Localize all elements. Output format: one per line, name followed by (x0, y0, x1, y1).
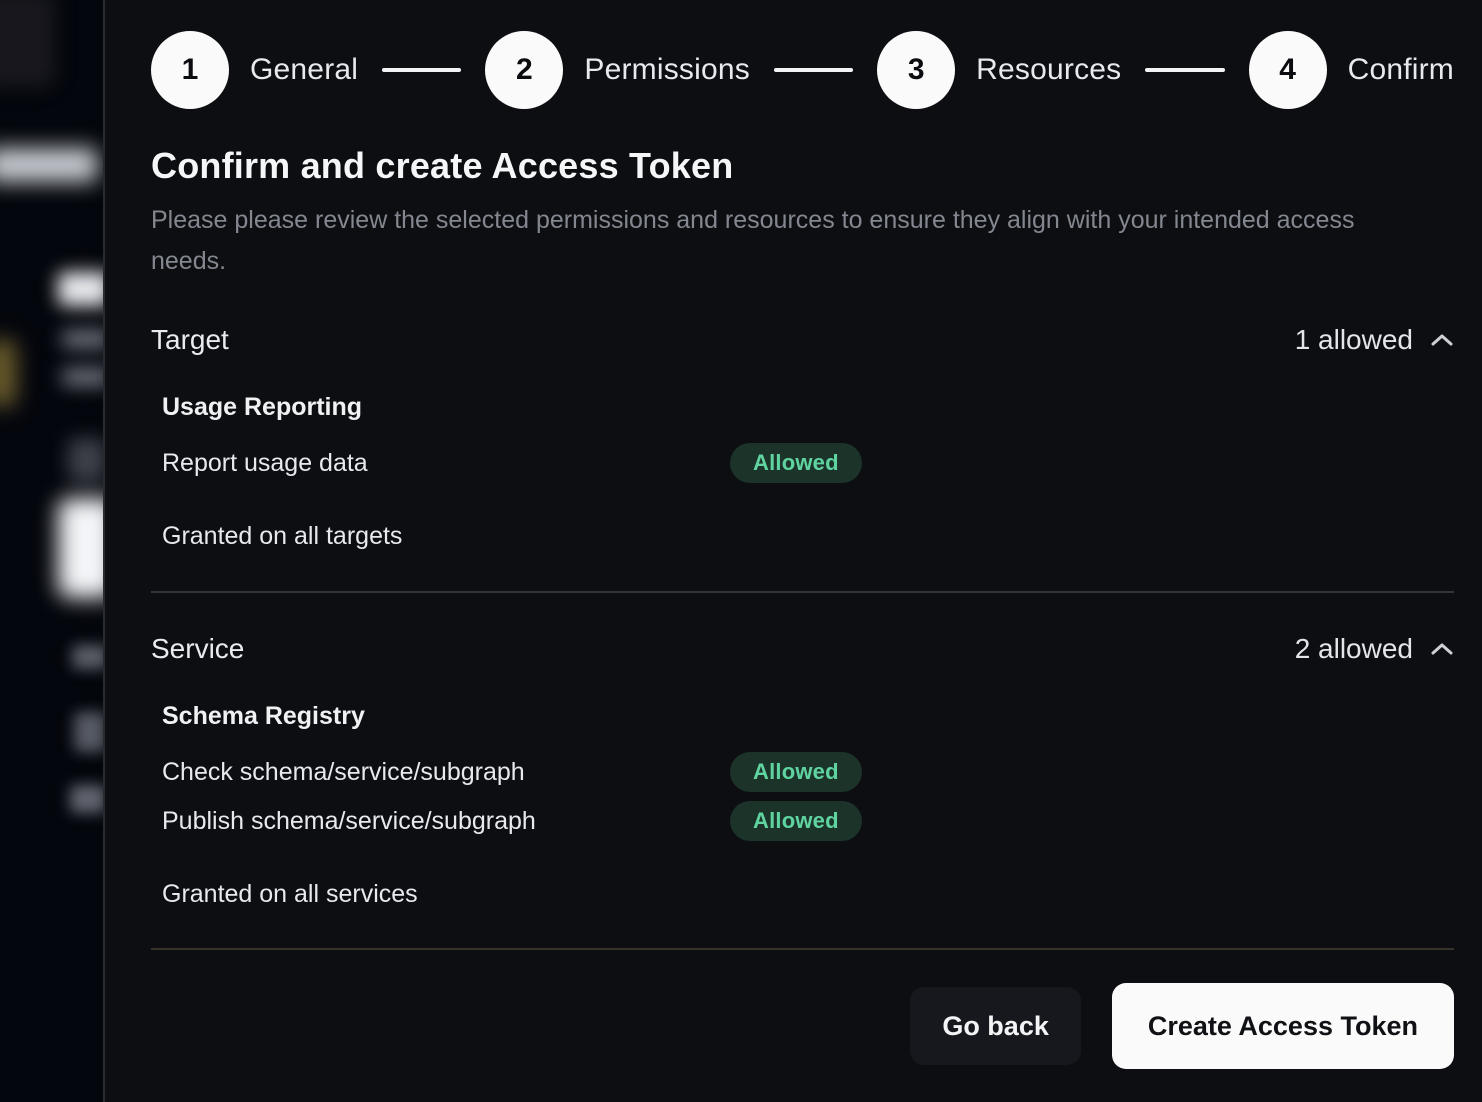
step-label: General (250, 53, 358, 87)
blurred-sidebar-artifact (72, 645, 105, 669)
service-section-body: Schema Registry Check schema/service/sub… (151, 665, 1454, 841)
step-label: Permissions (584, 53, 750, 87)
modal-content: 1 General 2 Permissions 3 Resources 4 Co… (105, 0, 1482, 1102)
chevron-up-icon (1430, 333, 1454, 347)
go-back-button[interactable]: Go back (910, 987, 1081, 1065)
status-badge: Allowed (730, 443, 862, 483)
blurred-sidebar-artifact (0, 148, 98, 182)
allowed-count: 2 allowed (1295, 633, 1413, 665)
blurred-sidebar-artifact (0, 0, 56, 88)
target-section-body: Usage Reporting Report usage data Allowe… (151, 356, 1454, 483)
target-collapse-toggle[interactable]: 1 allowed (1295, 324, 1454, 356)
step-number-badge: 4 (1249, 31, 1327, 109)
status-badge: Allowed (730, 752, 862, 792)
stepper-connector (1145, 68, 1224, 72)
blurred-backdrop-strip (0, 0, 105, 1102)
step-label: Resources (976, 53, 1121, 87)
blurred-sidebar-artifact (62, 330, 105, 348)
section-divider (151, 591, 1454, 593)
permission-row: Check schema/service/subgraph Allowed (162, 752, 1454, 792)
section-header-service: Service 2 allowed (151, 633, 1454, 665)
section-header-target: Target 1 allowed (151, 324, 1454, 356)
blurred-sidebar-artifact (0, 340, 16, 406)
create-access-token-button[interactable]: Create Access Token (1112, 983, 1454, 1069)
wizard-stepper: 1 General 2 Permissions 3 Resources 4 Co… (151, 31, 1454, 109)
permission-label: Check schema/service/subgraph (162, 758, 730, 787)
blurred-sidebar-artifact (68, 438, 105, 482)
permission-row: Publish schema/service/subgraph Allowed (162, 801, 1454, 841)
footer-divider (151, 948, 1454, 950)
footer-actions: Go back Create Access Token (151, 983, 1454, 1069)
step-permissions[interactable]: 2 Permissions (485, 31, 750, 109)
blurred-sidebar-artifact (74, 712, 105, 752)
permission-label: Publish schema/service/subgraph (162, 807, 730, 836)
permission-label: Report usage data (162, 449, 730, 478)
blurred-sidebar-artifact (70, 785, 105, 813)
page-subtitle: Please please review the selected permis… (151, 200, 1386, 281)
step-label: Confirm (1348, 53, 1454, 87)
granted-note: Granted on all targets (151, 522, 1454, 551)
permission-row: Report usage data Allowed (162, 443, 1454, 483)
allowed-count: 1 allowed (1295, 324, 1413, 356)
step-confirm[interactable]: 4 Confirm (1249, 31, 1454, 109)
create-access-token-modal: 1 General 2 Permissions 3 Resources 4 Co… (0, 0, 1482, 1102)
stepper-connector (774, 68, 853, 72)
step-number-badge: 3 (877, 31, 955, 109)
step-general[interactable]: 1 General (151, 31, 358, 109)
stepper-connector (382, 68, 461, 72)
step-number-badge: 1 (151, 31, 229, 109)
section-title: Service (151, 633, 244, 665)
step-number-badge: 2 (485, 31, 563, 109)
granted-note: Granted on all services (151, 880, 1454, 909)
blurred-sidebar-artifact (62, 368, 105, 386)
permission-group-name: Usage Reporting (162, 393, 1454, 422)
step-resources[interactable]: 3 Resources (877, 31, 1121, 109)
permission-group-name: Schema Registry (162, 702, 1454, 731)
status-badge: Allowed (730, 801, 862, 841)
service-collapse-toggle[interactable]: 2 allowed (1295, 633, 1454, 665)
chevron-up-icon (1430, 642, 1454, 656)
page-title: Confirm and create Access Token (151, 145, 1454, 187)
blurred-sidebar-artifact (58, 498, 105, 598)
blurred-sidebar-artifact (58, 272, 105, 306)
section-title: Target (151, 324, 229, 356)
